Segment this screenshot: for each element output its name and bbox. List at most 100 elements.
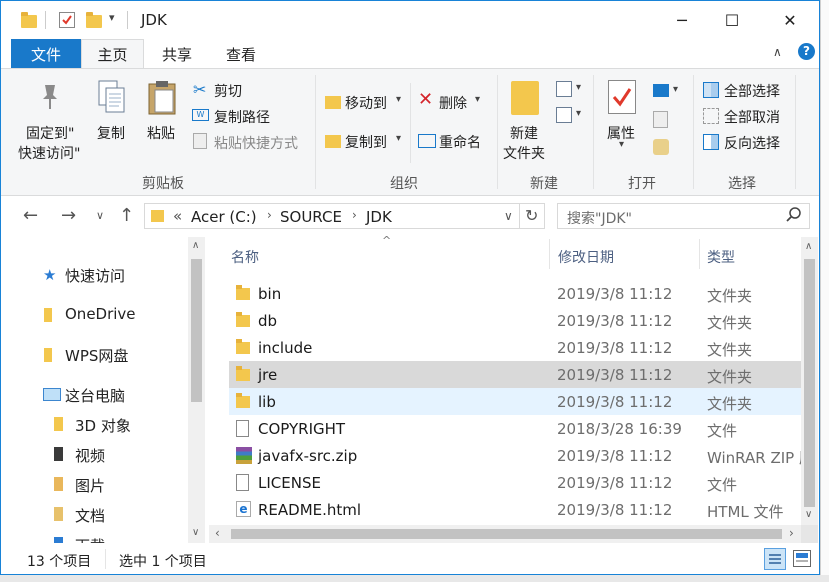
- window-title: JDK: [141, 11, 167, 29]
- column-header-date[interactable]: 修改日期: [558, 247, 614, 267]
- up-arrow-icon[interactable]: ↑: [119, 205, 134, 226]
- column-header-type[interactable]: 类型: [707, 247, 735, 267]
- file-row-jre[interactable]: jre 2019/3/8 11:12 文件夹: [229, 361, 801, 388]
- file-row-bin[interactable]: bin 2019/3/8 11:12 文件夹: [229, 280, 801, 307]
- file-list-vertical-scrollbar[interactable]: ∧ ∨: [801, 237, 818, 525]
- file-type: HTML 文件: [707, 503, 784, 521]
- open-icon[interactable]: [653, 84, 669, 97]
- forward-arrow-icon[interactable]: →: [61, 205, 76, 226]
- chevron-down-icon: ▾: [576, 108, 582, 119]
- breadcrumb-jdk[interactable]: JDK: [366, 208, 392, 226]
- file-list-horizontal-scrollbar[interactable]: ‹ ›: [209, 525, 801, 543]
- file-row-javafx-src-zip[interactable]: javafx-src.zip 2019/3/8 11:12 WinRAR ZIP…: [229, 442, 801, 469]
- close-button[interactable]: ✕: [767, 1, 813, 39]
- nav-wps-drive[interactable]: WPS网盘: [65, 345, 128, 366]
- copy-to-button[interactable]: 复制到: [345, 132, 387, 152]
- nav-this-pc[interactable]: 这台电脑: [65, 385, 125, 406]
- file-name: db: [258, 312, 278, 330]
- select-none-button[interactable]: 全部取消: [724, 107, 780, 127]
- large-icons-view-icon[interactable]: [793, 550, 811, 567]
- group-separator: [693, 75, 694, 189]
- column-divider[interactable]: [549, 239, 550, 269]
- qat-dropdown-icon[interactable]: ▾: [109, 11, 115, 24]
- search-icon[interactable]: [786, 207, 802, 227]
- paste-shortcut-button[interactable]: 粘贴快捷方式: [214, 133, 298, 153]
- easy-access-icon[interactable]: [556, 107, 572, 123]
- nav-onedrive[interactable]: OneDrive: [65, 305, 136, 323]
- search-input[interactable]: 搜索"JDK": [557, 203, 810, 229]
- scissors-icon: ✂: [193, 80, 207, 99]
- cut-button[interactable]: 剪切: [214, 81, 242, 101]
- pin-quick-access-label[interactable]: 快速访问": [18, 143, 80, 163]
- copy-icon: [97, 79, 127, 119]
- group-organize-label: 组织: [390, 176, 418, 192]
- paste-button[interactable]: 粘贴: [147, 123, 175, 143]
- breadcrumb-source[interactable]: SOURCE: [280, 208, 342, 226]
- nav-3d-objects[interactable]: 3D 对象: [75, 415, 131, 436]
- nav-quick-access[interactable]: 快速访问: [65, 265, 125, 286]
- file-row-include[interactable]: include 2019/3/8 11:12 文件夹: [229, 334, 801, 361]
- new-folder-label[interactable]: 文件夹: [503, 143, 545, 163]
- rename-button[interactable]: 重命名: [439, 132, 481, 152]
- horizontal-scrollbar-thumb[interactable]: [231, 529, 782, 539]
- invert-selection-button[interactable]: 反向选择: [724, 133, 780, 153]
- explorer-window: ▾ JDK ─ ☐ ✕ 文件 主页 共享 查看 ∧ ? 固定到" 快速访问" 复…: [0, 0, 820, 575]
- nav-pictures[interactable]: 图片: [75, 475, 105, 496]
- address-bar[interactable]: « Acer (C:) › SOURCE › JDK ∨ ↻: [144, 203, 545, 229]
- nav-scrollbar-thumb[interactable]: [191, 259, 202, 402]
- scroll-right-icon[interactable]: ›: [789, 526, 794, 540]
- documents-icon: [54, 507, 63, 521]
- scroll-down-icon[interactable]: ∨: [805, 509, 812, 520]
- minimize-button[interactable]: ─: [659, 1, 705, 39]
- nav-documents[interactable]: 文档: [75, 505, 105, 526]
- file-row-lib[interactable]: lib 2019/3/8 11:12 文件夹: [229, 388, 801, 415]
- tab-home[interactable]: 主页: [81, 39, 144, 69]
- file-row-copyright[interactable]: COPYRIGHT 2018/3/28 16:39 文件: [229, 415, 801, 442]
- scroll-up-icon[interactable]: ∧: [192, 240, 199, 251]
- history-icon[interactable]: [653, 139, 669, 155]
- nav-scrollbar[interactable]: ∧ ∨: [188, 237, 205, 543]
- rename-icon: [418, 134, 436, 148]
- recent-locations-icon[interactable]: ∨: [96, 209, 104, 222]
- copy-path-button[interactable]: 复制路径: [214, 107, 270, 127]
- new-item-icon[interactable]: [556, 81, 572, 97]
- details-view-icon[interactable]: [764, 548, 786, 570]
- breadcrumb-drive[interactable]: Acer (C:): [191, 208, 257, 226]
- back-arrow-icon[interactable]: ←: [23, 205, 38, 226]
- collapse-ribbon-icon[interactable]: ∧: [773, 45, 782, 59]
- tab-file[interactable]: 文件: [11, 39, 81, 69]
- new-folder-qat-icon[interactable]: [86, 12, 102, 28]
- address-dropdown-icon[interactable]: ∨: [504, 209, 513, 223]
- properties-qat-icon[interactable]: [59, 12, 75, 28]
- file-list-scrollbar-thumb[interactable]: [804, 259, 815, 507]
- refresh-icon[interactable]: ↻: [525, 206, 538, 225]
- maximize-button[interactable]: ☐: [709, 1, 755, 39]
- file-row-db[interactable]: db 2019/3/8 11:12 文件夹: [229, 307, 801, 334]
- nav-videos[interactable]: 视频: [75, 445, 105, 466]
- column-divider[interactable]: [699, 239, 700, 269]
- file-row-license[interactable]: LICENSE 2019/3/8 11:12 文件: [229, 469, 801, 496]
- tab-view[interactable]: 查看: [215, 39, 267, 69]
- nav-downloads-clip: 下载: [51, 531, 171, 543]
- pin-quick-access-button[interactable]: 固定到": [26, 123, 74, 143]
- move-to-icon: [325, 96, 341, 109]
- file-row-readme[interactable]: e README.html 2019/3/8 11:12 HTML 文件: [229, 496, 801, 523]
- help-icon[interactable]: ?: [798, 43, 815, 60]
- scroll-left-icon[interactable]: ‹: [215, 526, 220, 540]
- column-header-name[interactable]: 名称: [231, 247, 259, 267]
- move-to-button[interactable]: 移动到: [345, 93, 387, 113]
- close-icon: ✕: [783, 10, 797, 30]
- select-all-button[interactable]: 全部选择: [724, 81, 780, 101]
- scroll-down-icon[interactable]: ∨: [192, 527, 199, 538]
- copy-path-icon: W: [192, 109, 209, 121]
- new-folder-button[interactable]: 新建: [510, 123, 538, 143]
- copy-button[interactable]: 复制: [97, 123, 125, 143]
- paste-shortcut-icon: [193, 133, 207, 149]
- edit-icon[interactable]: [653, 111, 668, 128]
- address-overflow[interactable]: «: [173, 207, 182, 225]
- delete-button[interactable]: 删除: [439, 93, 467, 113]
- select-none-icon: [703, 108, 719, 124]
- nav-downloads[interactable]: 下载: [75, 535, 105, 543]
- scroll-up-icon[interactable]: ∧: [805, 241, 812, 252]
- tab-share[interactable]: 共享: [151, 39, 203, 69]
